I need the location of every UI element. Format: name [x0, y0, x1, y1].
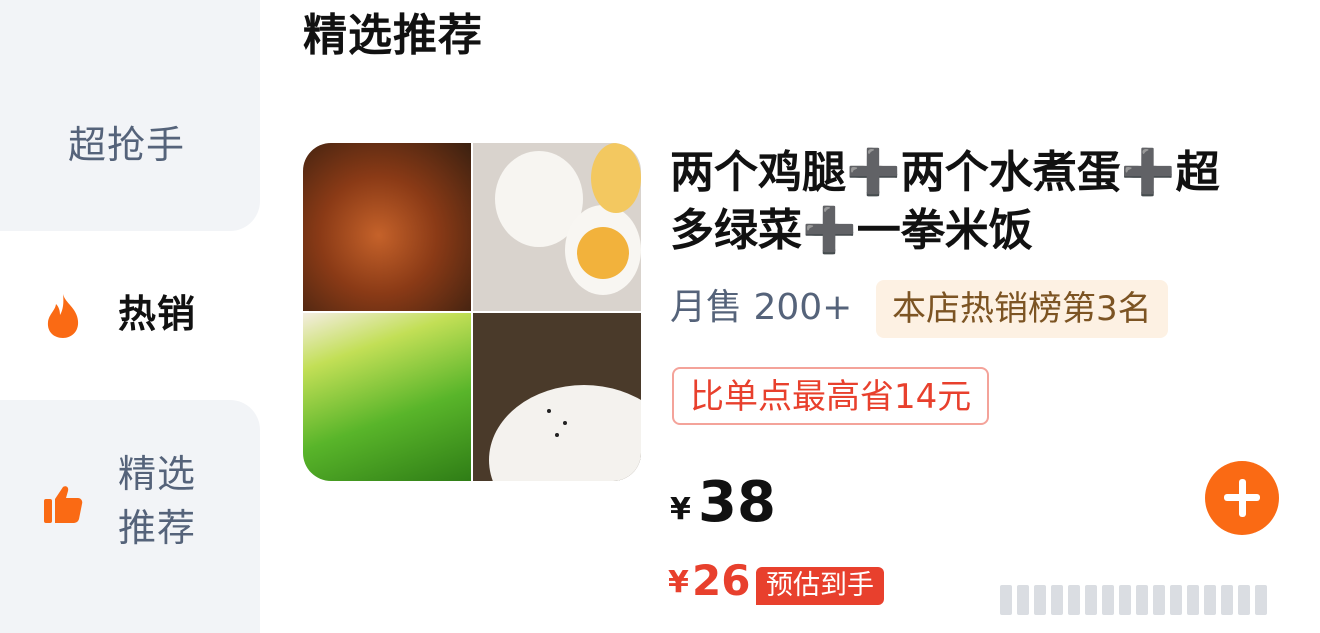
- thumbs-up-icon: [44, 486, 83, 523]
- currency-symbol: ¥: [670, 492, 691, 527]
- sidebar-item-chaoqiangshou[interactable]: 超抢手: [0, 0, 260, 231]
- section-title: 精选推荐: [303, 10, 483, 61]
- currency-symbol: ¥: [668, 565, 689, 600]
- green-vegetable-image: [303, 313, 471, 481]
- flame-icon: [47, 294, 79, 338]
- sidebar-item-label-line2: 推荐: [118, 506, 197, 550]
- sidebar-item-label-line1: 精选: [118, 452, 197, 496]
- dish-image[interactable]: [303, 143, 641, 481]
- dish-name: 两个鸡腿➕两个水煮蛋➕超多绿菜➕一拳米饭: [670, 147, 1220, 256]
- monthly-sales: 月售 200+: [670, 287, 853, 328]
- add-to-cart-button[interactable]: [1205, 461, 1279, 535]
- estimated-price-badge: 预估到手: [756, 567, 884, 605]
- estimated-price-value: 26: [692, 556, 751, 605]
- rice-image: [473, 313, 641, 481]
- rank-badge: 本店热销榜第3名: [876, 280, 1168, 338]
- price-value: 38: [698, 470, 776, 535]
- sidebar-item-label: 超抢手: [68, 123, 186, 167]
- sidebar-item-jingxuan[interactable]: 精选 推荐: [0, 400, 260, 633]
- chicken-leg-image: [303, 143, 471, 311]
- sidebar-item-rexiao[interactable]: 热销: [0, 231, 262, 400]
- savings-badge: 比单点最高省14元: [672, 367, 990, 425]
- watermark: [1000, 585, 1272, 621]
- category-sidebar: 超抢手 热销 精选 推荐: [0, 0, 262, 633]
- sidebar-item-label: 热销: [118, 292, 197, 336]
- boiled-egg-image: [473, 143, 641, 311]
